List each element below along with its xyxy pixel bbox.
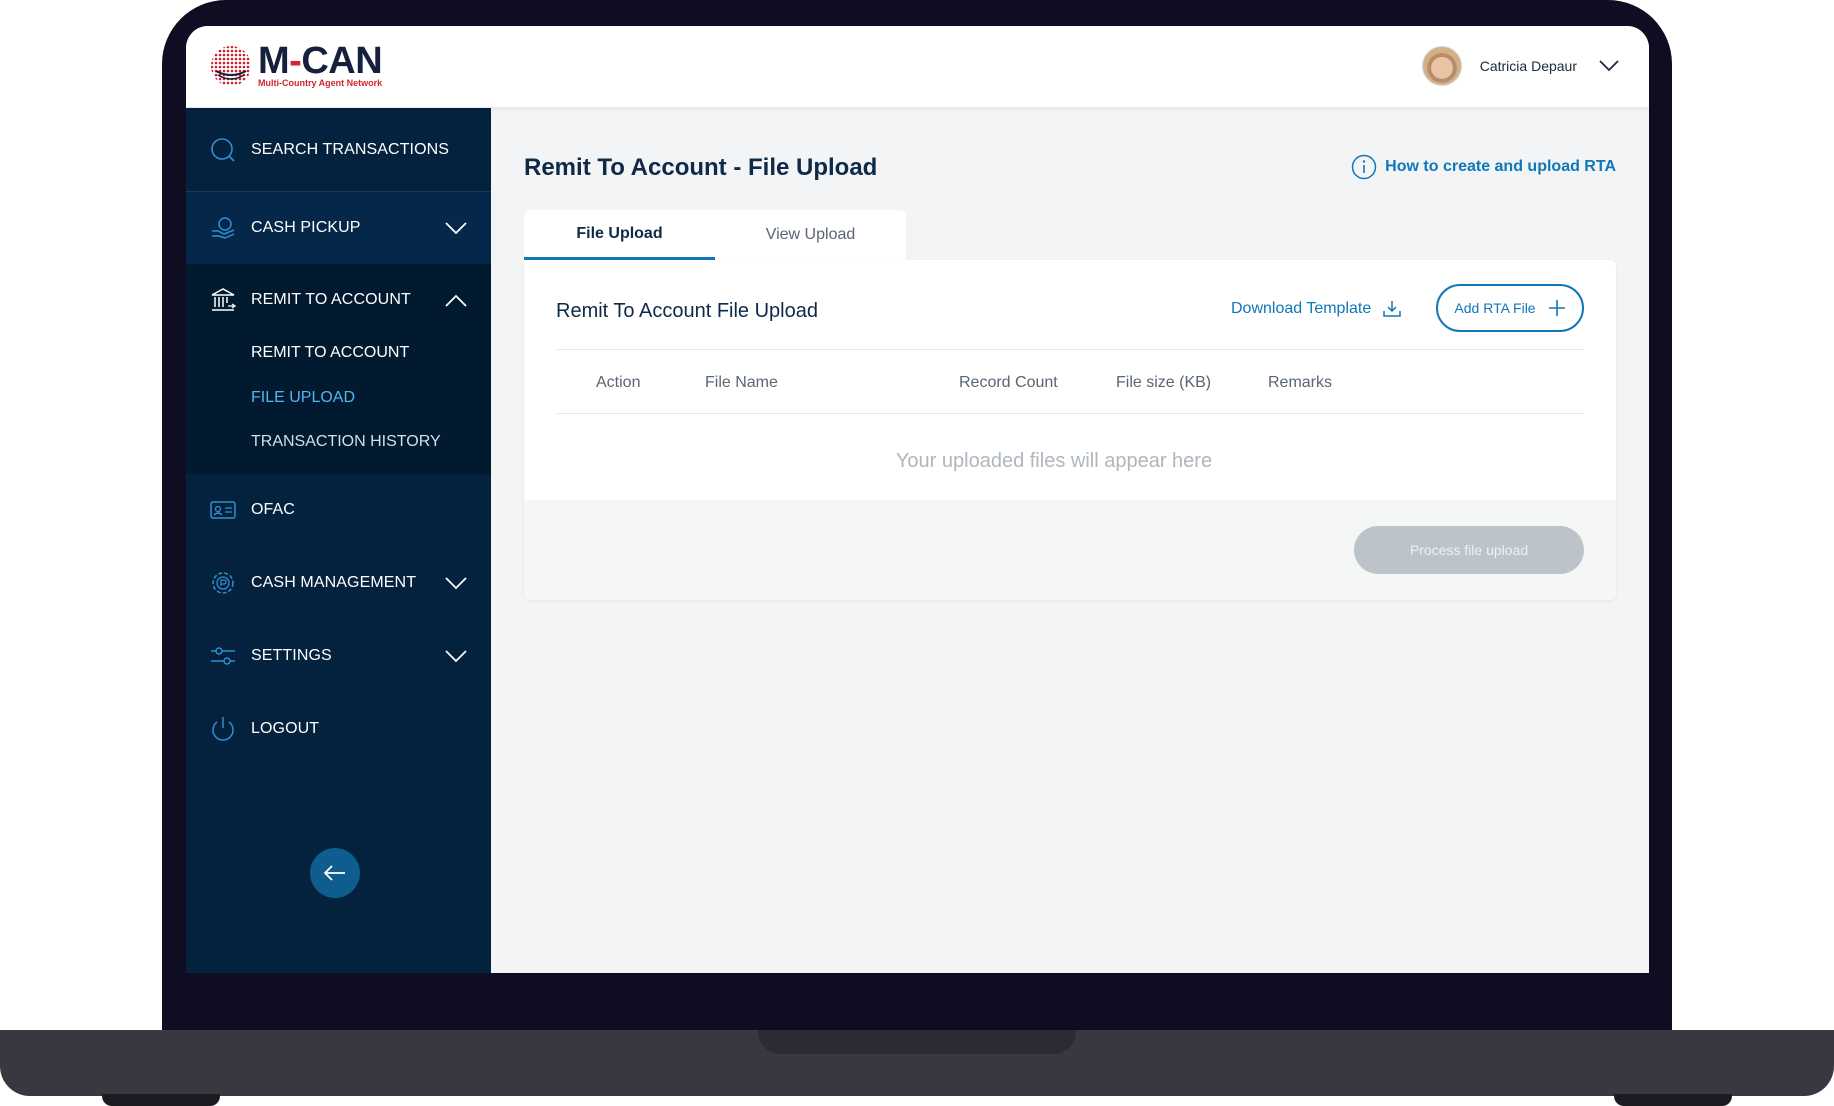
add-rta-file-button[interactable]: Add RTA File [1436,284,1584,332]
help-link-label: How to create and upload RTA [1385,158,1616,175]
add-rta-file-label: Add RTA File [1454,300,1536,316]
download-icon [1383,301,1401,317]
sidebar-item-label: CASH PICKUP [251,219,361,236]
laptop-foot-right [1614,1094,1732,1106]
sidebar-item-label: OFAC [251,501,295,518]
brand-tagline: Multi-Country Agent Network [258,78,383,88]
remit-to-account-group: REMIT TO ACCOUNT REMIT TO ACCOUNT FILE U… [186,264,491,474]
sidebar-item-label: SETTINGS [251,647,332,664]
sidebar-item-label: SEARCH TRANSACTIONS [251,140,450,158]
sidebar-item-settings[interactable]: SETTINGS [186,620,491,692]
main-content: Remit To Account - File Upload How to cr… [491,108,1649,973]
sidebar-item-search-transactions[interactable]: SEARCH TRANSACTIONS [186,108,491,192]
sidebar-subitem-remit-to-account[interactable]: REMIT TO ACCOUNT [251,344,409,362]
sidebar-item-cash-management[interactable]: CASH MANAGEMENT [186,547,491,619]
empty-state-message: Your uploaded files will appear here [895,450,1213,472]
card-footer: Process file upload [524,500,1616,600]
search-icon [211,137,235,162]
user-name: Catricia Depaur [1479,58,1577,74]
brand-logo[interactable]: M-CAN Multi-Country Agent Network [210,40,383,88]
column-header-action: Action [596,374,641,391]
download-template-label: Download Template [1231,300,1372,317]
sidebar-item-cash-pickup[interactable]: CASH PICKUP [186,192,491,264]
arrow-left-icon [324,865,345,881]
app-screen: M-CAN Multi-Country Agent Network Catric… [186,26,1649,973]
laptop-notch [758,1030,1076,1054]
brand-text: M-CAN Multi-Country Agent Network [258,40,383,88]
upload-tabs: File Upload View Upload [524,210,906,260]
column-header-remarks: Remarks [1268,374,1333,391]
sidebar: SEARCH TRANSACTIONS CASH PICKUP REMIT TO… [186,108,491,973]
chevron-down-icon [445,649,467,662]
info-icon [1351,154,1377,180]
sidebar-item-remit-to-account[interactable]: REMIT TO ACCOUNT [186,264,491,336]
chevron-up-icon [445,294,467,307]
table-header: Action File Name Record Count File size … [556,350,1584,414]
process-file-upload-button[interactable]: Process file upload [1354,526,1584,574]
globe-logo-icon [211,46,251,86]
avatar [1421,46,1462,86]
id-card-icon [210,501,236,519]
chevron-down-icon [445,221,467,234]
laptop-foot-left [102,1094,220,1106]
bank-icon [211,288,236,311]
tab-file-upload[interactable]: File Upload [524,210,715,260]
how-to-upload-link[interactable]: How to create and upload RTA [1351,154,1616,180]
sliders-icon [211,647,235,665]
sidebar-subitem-transaction-history[interactable]: TRANSACTION HISTORY [251,433,441,451]
brand-name: M-CAN [258,40,383,82]
column-header-file-size: File size (KB) [1116,374,1212,391]
page-title: Remit To Account - File Upload [524,154,878,181]
sidebar-item-label: REMIT TO ACCOUNT [251,291,411,308]
sidebar-item-logout[interactable]: LOGOUT [186,693,491,765]
tab-view-upload[interactable]: View Upload [715,210,906,260]
sidebar-subitem-file-upload[interactable]: FILE UPLOAD [251,389,355,407]
file-upload-card: Remit To Account File Upload Download Te… [524,260,1616,600]
sidebar-item-label: CASH MANAGEMENT [251,574,417,591]
cash-hand-icon [212,217,235,239]
plus-icon [1548,300,1565,316]
column-header-file-name: File Name [705,374,778,391]
column-header-record-count: Record Count [959,374,1058,391]
power-icon [212,717,234,741]
cash-gear-icon [212,572,234,594]
download-template-link[interactable]: Download Template [1231,300,1401,318]
user-menu[interactable]: Catricia Depaur [1421,46,1619,86]
collapse-sidebar-button[interactable] [310,848,360,898]
chevron-down-icon [445,576,467,589]
card-title: Remit To Account File Upload [556,300,818,322]
chevron-down-icon [1599,60,1619,72]
sidebar-item-ofac[interactable]: OFAC [186,474,491,546]
sidebar-item-label: LOGOUT [251,720,320,737]
top-header: M-CAN Multi-Country Agent Network Catric… [186,26,1649,108]
